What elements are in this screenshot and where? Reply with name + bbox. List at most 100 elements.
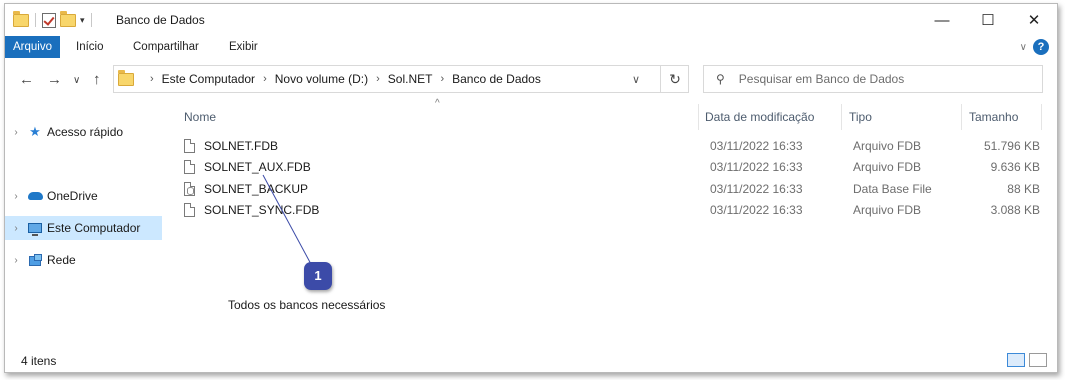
file-name: SOLNET_SYNC.FDB (204, 203, 320, 217)
chevron-right-icon[interactable]: › (9, 127, 23, 138)
table-row[interactable]: SOLNET_BACKUP 03/11/2022 16:33 Data Base… (184, 179, 1054, 200)
search-placeholder: Pesquisar em Banco de Dados (738, 72, 905, 86)
chevron-right-icon[interactable]: › (9, 223, 23, 234)
up-button[interactable]: ↑ (93, 71, 101, 88)
tab-inicio[interactable]: Início (76, 36, 104, 58)
file-date: 03/11/2022 16:33 (710, 139, 803, 153)
file-size: 3.088 KB (990, 203, 1040, 217)
chevron-right-icon[interactable]: › (440, 73, 444, 85)
forward-button[interactable]: → (47, 71, 62, 88)
monitor-icon (27, 221, 43, 236)
column-header-date[interactable]: Data de modificação (705, 100, 814, 134)
breadcrumb-novo-volume[interactable]: Novo volume (D:) (275, 72, 368, 86)
chevron-right-icon[interactable]: › (376, 73, 380, 85)
chevron-right-icon[interactable]: › (9, 255, 23, 266)
callout-text: Todos os bancos necessários (228, 298, 386, 312)
search-icon: ⚲ (716, 72, 725, 86)
customize-toolbar-icon[interactable]: ▾ (80, 15, 85, 26)
ribbon-right-controls: ∨ ? (1020, 39, 1049, 55)
column-divider[interactable] (1041, 104, 1042, 130)
large-icons-view-icon[interactable] (1029, 353, 1047, 367)
window-controls: — ☐ ✕ (919, 4, 1057, 36)
sort-ascending-icon: ^ (435, 98, 440, 109)
column-header-size[interactable]: Tamanho (969, 100, 1018, 134)
properties-icon[interactable] (42, 12, 56, 28)
file-size: 9.636 KB (990, 160, 1040, 174)
breadcrumb-solnet[interactable]: Sol.NET (388, 72, 433, 86)
column-divider[interactable] (698, 104, 699, 130)
column-divider[interactable] (961, 104, 962, 130)
file-type: Arquivo FDB (853, 139, 922, 153)
file-type: Arquivo FDB (853, 160, 922, 174)
item-count: 4 itens (21, 354, 57, 368)
navigation-bar: ← → ∨ ↑ › Este Computador › Novo volume … (5, 63, 1057, 97)
table-row[interactable]: SOLNET_AUX.FDB 03/11/2022 16:33 Arquivo … (184, 157, 1054, 178)
window-title: Banco de Dados (116, 13, 205, 27)
file-icon (184, 203, 195, 217)
chevron-right-icon[interactable]: › (9, 191, 23, 202)
sidebar-item-label: Acesso rápido (47, 125, 124, 139)
recent-locations-button[interactable]: ∨ (73, 75, 80, 86)
close-button[interactable]: ✕ (1011, 4, 1057, 36)
details-view-icon[interactable] (1007, 353, 1025, 367)
column-divider[interactable] (841, 104, 842, 130)
file-date: 03/11/2022 16:33 (710, 160, 803, 174)
back-button[interactable]: ← (19, 71, 34, 88)
file-size: 51.796 KB (983, 139, 1040, 153)
sidebar-item-onedrive[interactable]: › OneDrive (5, 184, 162, 208)
ribbon-tabs: Arquivo Início Compartilhar Exibir ∨ ? (5, 36, 1057, 58)
file-date: 03/11/2022 16:33 (710, 203, 803, 217)
new-folder-icon[interactable] (60, 10, 76, 27)
folder-icon (13, 10, 29, 27)
file-icon (184, 160, 195, 174)
chevron-down-icon[interactable]: ∨ (632, 73, 640, 86)
quick-access-toolbar: ▾ (13, 10, 94, 29)
table-row[interactable]: SOLNET.FDB 03/11/2022 16:33 Arquivo FDB … (184, 136, 1054, 157)
database-file-icon (184, 182, 195, 196)
folder-icon (118, 69, 134, 86)
title-bar: ▾ Banco de Dados — ☐ ✕ (5, 4, 1057, 36)
network-icon (27, 253, 43, 267)
breadcrumb-banco-de-dados[interactable]: Banco de Dados (452, 72, 541, 86)
refresh-button[interactable]: ↻ (660, 65, 689, 93)
star-icon: ★ (29, 124, 41, 139)
file-name: SOLNET_BACKUP (204, 182, 309, 196)
search-input[interactable]: ⚲ Pesquisar em Banco de Dados (703, 65, 1043, 93)
sidebar-item-acesso-rapido[interactable]: › ★ Acesso rápido (5, 120, 162, 144)
address-bar[interactable]: › Este Computador › Novo volume (D:) › S… (113, 65, 689, 93)
sidebar-item-rede[interactable]: › Rede (5, 248, 162, 272)
breadcrumb-este-computador[interactable]: Este Computador (162, 72, 255, 86)
sidebar-item-label: OneDrive (47, 189, 98, 203)
chevron-right-icon[interactable]: › (263, 73, 267, 85)
toolbar-divider (35, 13, 36, 27)
file-name: SOLNET_AUX.FDB (204, 160, 311, 174)
maximize-button[interactable]: ☐ (965, 4, 1011, 36)
help-icon[interactable]: ? (1033, 39, 1049, 55)
view-toggle (1007, 353, 1047, 367)
navigation-pane: › ★ Acesso rápido › OneDrive › Este Comp… (5, 100, 170, 350)
file-list: ^ Nome Data de modificação Tipo Tamanho … (170, 98, 1057, 350)
status-bar: 4 itens (5, 350, 1057, 372)
file-icon (184, 139, 195, 153)
expand-ribbon-icon[interactable]: ∨ (1020, 42, 1027, 53)
file-date: 03/11/2022 16:33 (710, 182, 803, 196)
chevron-right-icon[interactable]: › (150, 73, 154, 85)
sidebar-item-label: Este Computador (47, 221, 141, 235)
cloud-icon (27, 189, 43, 203)
callout-number-badge: 1 (304, 262, 332, 290)
tab-exibir[interactable]: Exibir (229, 36, 258, 58)
sidebar-item-este-computador[interactable]: › Este Computador (5, 216, 162, 240)
file-name: SOLNET.FDB (204, 139, 279, 153)
toolbar-divider (90, 13, 92, 27)
column-header-type[interactable]: Tipo (849, 100, 872, 134)
column-header-name[interactable]: Nome (184, 100, 216, 134)
minimize-button[interactable]: — (919, 4, 965, 36)
table-row[interactable]: SOLNET_SYNC.FDB 03/11/2022 16:33 Arquivo… (184, 200, 1054, 221)
tab-arquivo[interactable]: Arquivo (5, 36, 60, 58)
file-type: Data Base File (853, 182, 932, 196)
file-explorer-window: ▾ Banco de Dados — ☐ ✕ Arquivo Início Co… (4, 3, 1058, 373)
file-size: 88 KB (1007, 182, 1040, 196)
file-type: Arquivo FDB (853, 203, 922, 217)
tab-compartilhar[interactable]: Compartilhar (133, 36, 199, 58)
sidebar-item-label: Rede (47, 253, 76, 267)
